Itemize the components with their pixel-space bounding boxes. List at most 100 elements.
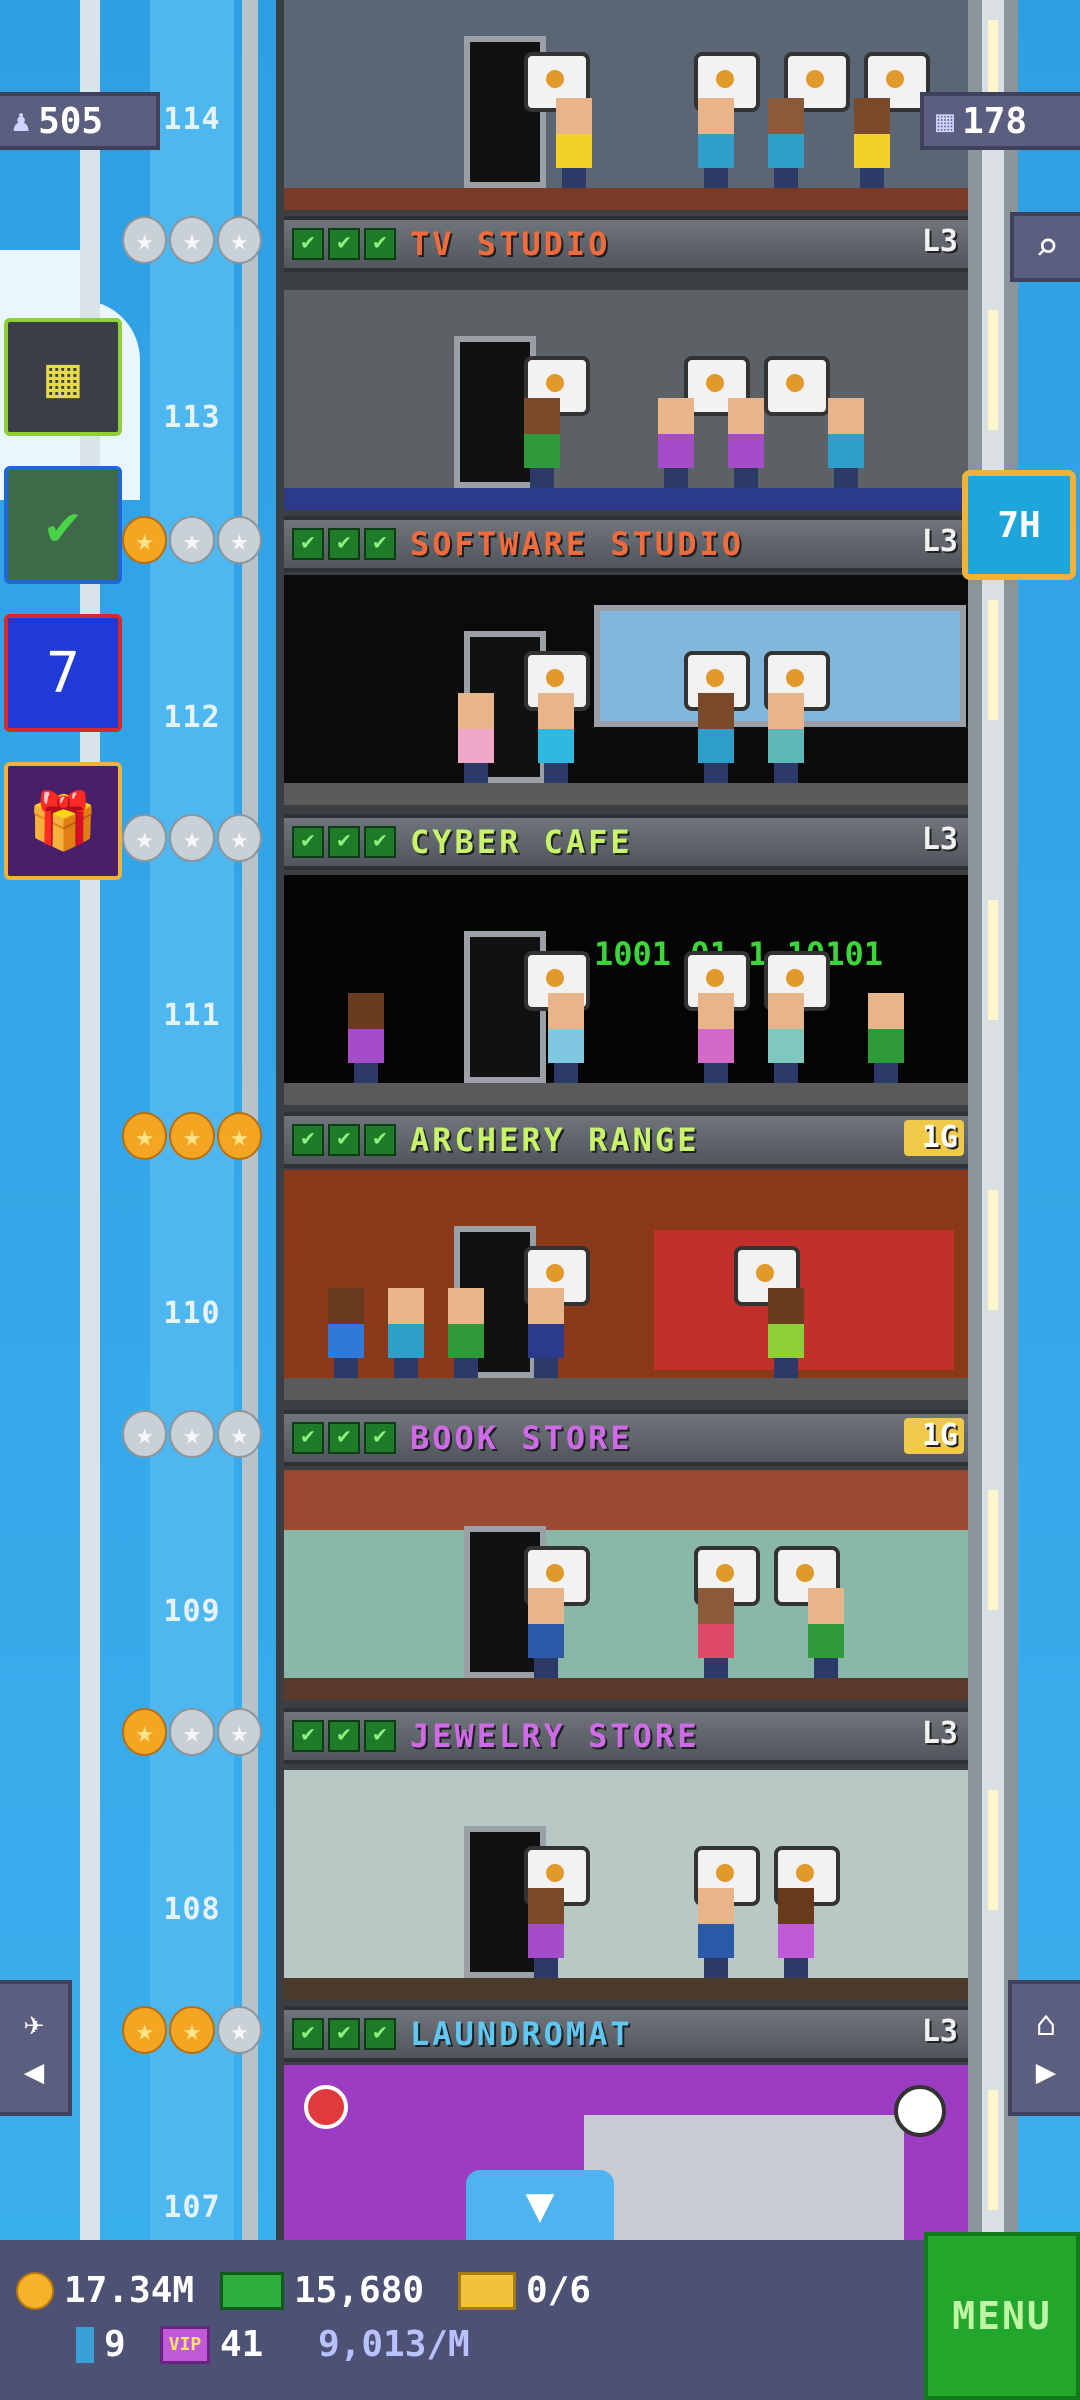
stock-checks: ✔ ✔ ✔ (292, 528, 396, 560)
bitizen[interactable] (694, 1588, 738, 1678)
check-icon: ✔ (328, 2018, 360, 2050)
floor-stars: ★ ★ ★ (122, 1410, 262, 1458)
check-icon: ✔ (328, 1124, 360, 1156)
floor-label-bar[interactable]: ✔ ✔ ✔ CYBER CAFE L3 (284, 814, 968, 870)
mission-checklist-icon[interactable]: ✔ (4, 466, 122, 584)
elevator-light (988, 600, 998, 720)
stories-counter[interactable]: ▦ 178 (920, 92, 1080, 150)
scroll-down-button[interactable]: ▼ (466, 2170, 614, 2240)
floor-number: 110 (163, 1296, 221, 1331)
elevator-light (988, 310, 998, 430)
silver-star-icon: ★ (216, 814, 262, 862)
population-value: 505 (38, 100, 104, 142)
bitizen[interactable] (694, 1888, 738, 1978)
chevron-right-icon: ▶ (1035, 2052, 1057, 2092)
bitizens-stat[interactable]: 9 (76, 2324, 126, 2365)
check-icon: ✔ (328, 1720, 360, 1752)
floor-level: L3 (921, 224, 958, 259)
gift-icon[interactable]: 🎁 (4, 762, 122, 880)
bitizen[interactable] (654, 398, 698, 488)
floor-level: 1G (904, 1120, 964, 1156)
room-floor-107[interactable] (284, 2065, 968, 2240)
bux-stat[interactable]: 15,680 (220, 2270, 424, 2311)
tickets-stat[interactable]: 0/6 (458, 2270, 591, 2311)
stories-value: 178 (962, 100, 1028, 142)
bitizen[interactable] (724, 398, 768, 488)
elevator-timer-badge[interactable]: 7H (962, 470, 1076, 580)
vip-stat[interactable]: VIP 41 (160, 2324, 263, 2365)
bitizen[interactable] (764, 693, 808, 783)
bitizen[interactable] (694, 693, 738, 783)
coins-stat[interactable]: 17.34M (16, 2270, 194, 2311)
bitizen[interactable] (344, 993, 388, 1083)
bitizen[interactable] (824, 398, 868, 488)
bitizens-value: 9 (104, 2324, 126, 2365)
building-icon[interactable]: ▦ (4, 318, 122, 436)
floor-name: JEWELRY STORE (410, 1717, 700, 1755)
floor-label-bar[interactable]: ✔ ✔ ✔ ARCHERY RANGE 1G (284, 1112, 968, 1168)
bitizen[interactable] (524, 1888, 568, 1978)
silver-star-icon: ★ (122, 216, 168, 264)
check-icon: ✔ (364, 1720, 396, 1752)
room-software-studio[interactable] (284, 290, 968, 510)
airplane-nav-button[interactable]: ✈ ◀ (0, 1980, 72, 2116)
bitizen[interactable] (552, 98, 596, 188)
vip-icon: VIP (160, 2325, 210, 2364)
bitizen[interactable] (524, 1588, 568, 1678)
lobby-nav-button[interactable]: ⌂ ▶ (1008, 1980, 1080, 2116)
room-laundromat[interactable] (284, 1770, 968, 2000)
floor-name: SOFTWARE STUDIO (410, 525, 744, 563)
floor-label-bar[interactable]: ✔ ✔ ✔ LAUNDROMAT L3 (284, 2006, 968, 2062)
floor-label-bar[interactable]: ✔ ✔ ✔ SOFTWARE STUDIO L3 (284, 516, 968, 572)
bitizen[interactable] (534, 693, 578, 783)
bitizen[interactable] (764, 993, 808, 1083)
menu-button[interactable]: MENU (924, 2232, 1080, 2400)
bux-icon (220, 2271, 284, 2310)
room-jewelry-store[interactable] (284, 1470, 968, 1700)
floor-level: L3 (921, 524, 958, 559)
bitizen[interactable] (444, 1288, 488, 1378)
bitizen[interactable] (324, 1288, 368, 1378)
silver-star-icon: ★ (216, 1708, 262, 1756)
chevron-down-icon: ▼ (525, 2177, 555, 2233)
bitizen[interactable] (850, 98, 894, 188)
bitizen[interactable] (774, 1888, 818, 1978)
bitizen-icon (76, 2326, 94, 2363)
bottom-status-bar (0, 2240, 1080, 2400)
gold-star-icon: ★ (169, 1112, 215, 1160)
daily-calendar-icon[interactable]: 7 (4, 614, 122, 732)
silver-star-icon: ★ (169, 814, 215, 862)
room-book-store[interactable] (284, 1170, 968, 1400)
bitizen[interactable] (764, 1288, 808, 1378)
bitizen[interactable] (864, 993, 908, 1083)
elevator-light (988, 1790, 998, 1910)
floor-label-bar[interactable]: ✔ ✔ ✔ TV STUDIO L3 (284, 216, 968, 272)
chevron-left-icon: ◀ (23, 2052, 45, 2092)
room-archery-range[interactable]: 1001 01 1 10101 (284, 875, 968, 1105)
silver-star-icon: ★ (216, 1410, 262, 1458)
check-icon: ✔ (328, 1422, 360, 1454)
bitizen[interactable] (520, 398, 564, 488)
population-counter[interactable]: ♟ 505 (0, 92, 160, 150)
bitizen[interactable] (694, 98, 738, 188)
floor-label-bar[interactable]: ✔ ✔ ✔ BOOK STORE 1G (284, 1410, 968, 1466)
floor-level: L3 (921, 822, 958, 857)
stock-checks: ✔ ✔ ✔ (292, 826, 396, 858)
bitizen[interactable] (524, 1288, 568, 1378)
room-tv-studio[interactable] (284, 0, 968, 210)
bitizen[interactable] (544, 993, 588, 1083)
search-button[interactable]: ⌕ (1010, 212, 1080, 282)
bitizen[interactable] (454, 693, 498, 783)
silver-star-icon: ★ (169, 216, 215, 264)
gold-star-icon: ★ (169, 2006, 215, 2054)
floor-stars: ★ ★ ★ (122, 216, 262, 264)
floor-label-bar[interactable]: ✔ ✔ ✔ JEWELRY STORE L3 (284, 1708, 968, 1764)
bitizen-icon: ♟ (12, 103, 31, 139)
room-cyber-cafe[interactable] (284, 575, 968, 805)
bitizen[interactable] (384, 1288, 428, 1378)
elevator-light (988, 1190, 998, 1310)
bitizen[interactable] (694, 993, 738, 1083)
elevator-light (988, 1490, 998, 1610)
bitizen[interactable] (804, 1588, 848, 1678)
bitizen[interactable] (764, 98, 808, 188)
